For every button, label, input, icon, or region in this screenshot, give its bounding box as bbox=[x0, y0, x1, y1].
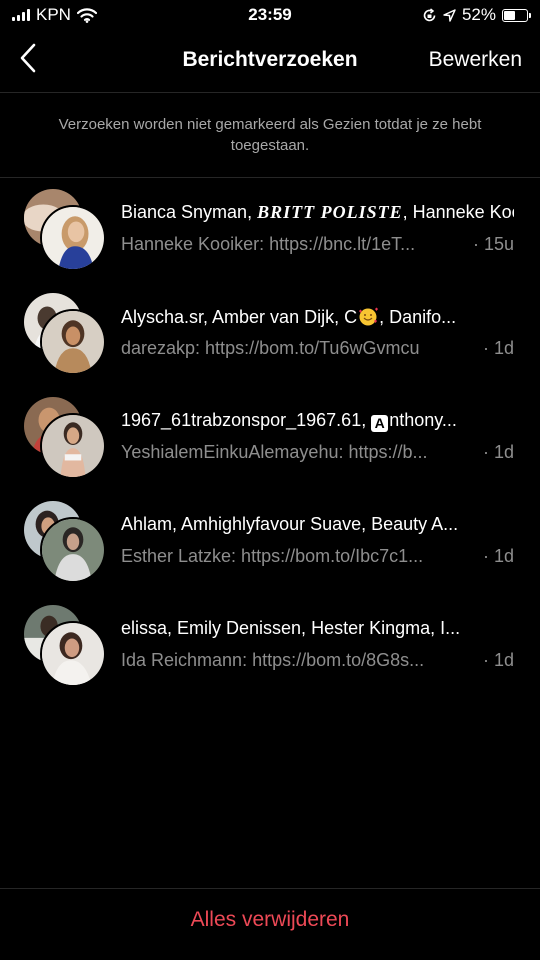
group-avatar bbox=[24, 501, 106, 583]
location-arrow-icon bbox=[443, 8, 456, 22]
navigation-bar: Berichtverzoeken Bewerken bbox=[0, 30, 540, 93]
avatar bbox=[40, 413, 106, 479]
avatar bbox=[40, 517, 106, 583]
avatar bbox=[40, 621, 106, 687]
edit-button[interactable]: Bewerken bbox=[429, 48, 522, 72]
last-message-preview: Esther Latzke: https://bom.to/Ibc7c1... bbox=[121, 546, 424, 566]
last-message-preview: Hanneke Kooiker: https://bnc.lt/1eT... bbox=[121, 234, 416, 254]
battery-percent: 52% bbox=[461, 5, 496, 24]
status-bar: KPN 23:59 52% bbox=[0, 0, 540, 30]
message-request-row[interactable]: Bianca Snyman, BRITT POLISTE, Hanneke Ko… bbox=[0, 187, 540, 291]
divider bbox=[0, 888, 540, 889]
message-time: · 1d bbox=[482, 546, 514, 566]
request-preview-line: Hanneke Kooiker: https://bnc.lt/1eT... ·… bbox=[121, 234, 514, 255]
message-request-row[interactable]: 1967_61trabzonspor_1967.61, Anthony... Y… bbox=[0, 395, 540, 499]
request-preview-line: Esther Latzke: https://bom.to/Ibc7c1... … bbox=[121, 546, 514, 567]
requests-notice: Verzoeken worden niet gemarkeerd als Gez… bbox=[58, 116, 482, 154]
request-participants: 1967_61trabzonspor_1967.61, Anthony... bbox=[121, 410, 457, 432]
avatar bbox=[40, 309, 106, 375]
request-preview-line: darezakp: https://bom.to/Tu6wGvmcu · 1d bbox=[121, 338, 514, 359]
smiling-face-with-hearts-icon bbox=[359, 307, 379, 326]
request-participants: Alyscha.sr, Amber van Dijk, C, Danifo... bbox=[121, 307, 457, 327]
message-request-list: Bianca Snyman, BRITT POLISTE, Hanneke Ko… bbox=[0, 187, 540, 707]
request-participants: Ahlam, Amhighlyfavour Suave, Beauty A... bbox=[121, 514, 459, 534]
group-avatar bbox=[24, 397, 106, 479]
message-request-row[interactable]: elissa, Emily Denissen, Hester Kingma, I… bbox=[0, 603, 540, 707]
request-preview-line: Ida Reichmann: https://bom.to/8G8s... · … bbox=[121, 650, 514, 671]
message-request-row[interactable]: Alyscha.sr, Amber van Dijk, C, Danifo...… bbox=[0, 291, 540, 395]
divider bbox=[0, 177, 540, 178]
last-message-preview: YeshialemEinkuAlemayehu: https://b... bbox=[121, 442, 428, 462]
message-time: · 1d bbox=[482, 442, 514, 462]
message-request-row[interactable]: Ahlam, Amhighlyfavour Suave, Beauty A...… bbox=[0, 499, 540, 603]
avatar bbox=[40, 205, 106, 271]
group-avatar bbox=[24, 189, 106, 271]
status-right: 52% bbox=[422, 5, 531, 25]
request-preview-line: YeshialemEinkuAlemayehu: https://b... · … bbox=[121, 442, 514, 463]
group-avatar bbox=[24, 605, 106, 687]
battery-icon bbox=[502, 8, 531, 22]
orientation-lock-icon bbox=[423, 7, 436, 21]
request-participants: elissa, Emily Denissen, Hester Kingma, I… bbox=[121, 618, 461, 638]
delete-all-button[interactable]: Alles verwijderen bbox=[0, 908, 540, 932]
boxed-letter-icon: A bbox=[371, 415, 389, 432]
message-time: · 15u bbox=[472, 234, 514, 254]
message-time: · 1d bbox=[482, 338, 514, 358]
last-message-preview: darezakp: https://bom.to/Tu6wGvmcu bbox=[121, 338, 420, 358]
group-avatar bbox=[24, 293, 106, 375]
last-message-preview: Ida Reichmann: https://bom.to/8G8s... bbox=[121, 650, 425, 670]
request-participants: Bianca Snyman, BRITT POLISTE, Hanneke Ko… bbox=[121, 202, 514, 222]
battery-level bbox=[504, 10, 515, 20]
message-time: · 1d bbox=[482, 650, 514, 670]
